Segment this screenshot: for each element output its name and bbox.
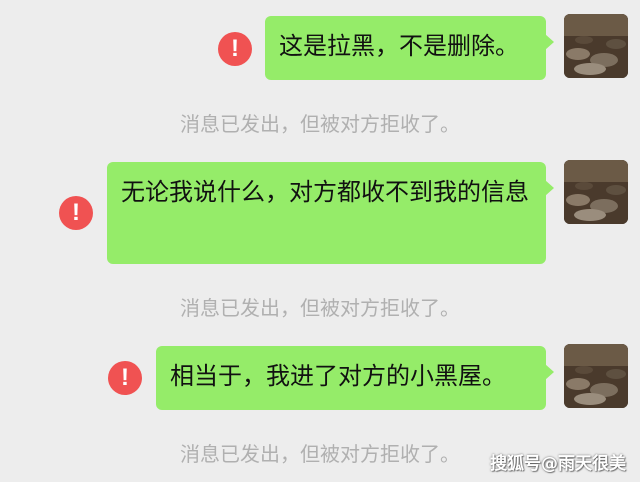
message-bubble[interactable]: 相当于，我进了对方的小黑屋。 bbox=[156, 346, 554, 410]
rejected-notice: 消息已发出，但被对方拒收了。 bbox=[180, 112, 460, 136]
message-text: 这是拉黑，不是删除。 bbox=[279, 32, 519, 60]
avatar[interactable] bbox=[564, 14, 628, 78]
send-failed-icon[interactable]: ! bbox=[59, 196, 93, 230]
message-bubble[interactable]: 这是拉黑，不是删除。 bbox=[265, 16, 554, 80]
rejected-notice: 消息已发出，但被对方拒收了。 bbox=[180, 296, 460, 320]
exclamation-icon: ! bbox=[231, 35, 239, 62]
send-failed-icon[interactable]: ! bbox=[108, 361, 142, 395]
message-text: 无论我说什么，对方都收不到我的信息 bbox=[121, 178, 529, 206]
watermark: 搜狐号@雨天很美 bbox=[490, 454, 626, 474]
avatar-image bbox=[564, 344, 628, 408]
send-failed-icon[interactable]: ! bbox=[218, 32, 252, 66]
avatar[interactable] bbox=[564, 160, 628, 224]
avatar-image bbox=[564, 160, 628, 224]
exclamation-icon: ! bbox=[72, 199, 80, 226]
message-bubble[interactable]: 无论我说什么，对方都收不到我的信息 bbox=[107, 162, 554, 264]
exclamation-icon: ! bbox=[121, 364, 129, 391]
message-text: 相当于，我进了对方的小黑屋。 bbox=[170, 362, 506, 390]
avatar-image bbox=[564, 14, 628, 78]
avatar[interactable] bbox=[564, 344, 628, 408]
